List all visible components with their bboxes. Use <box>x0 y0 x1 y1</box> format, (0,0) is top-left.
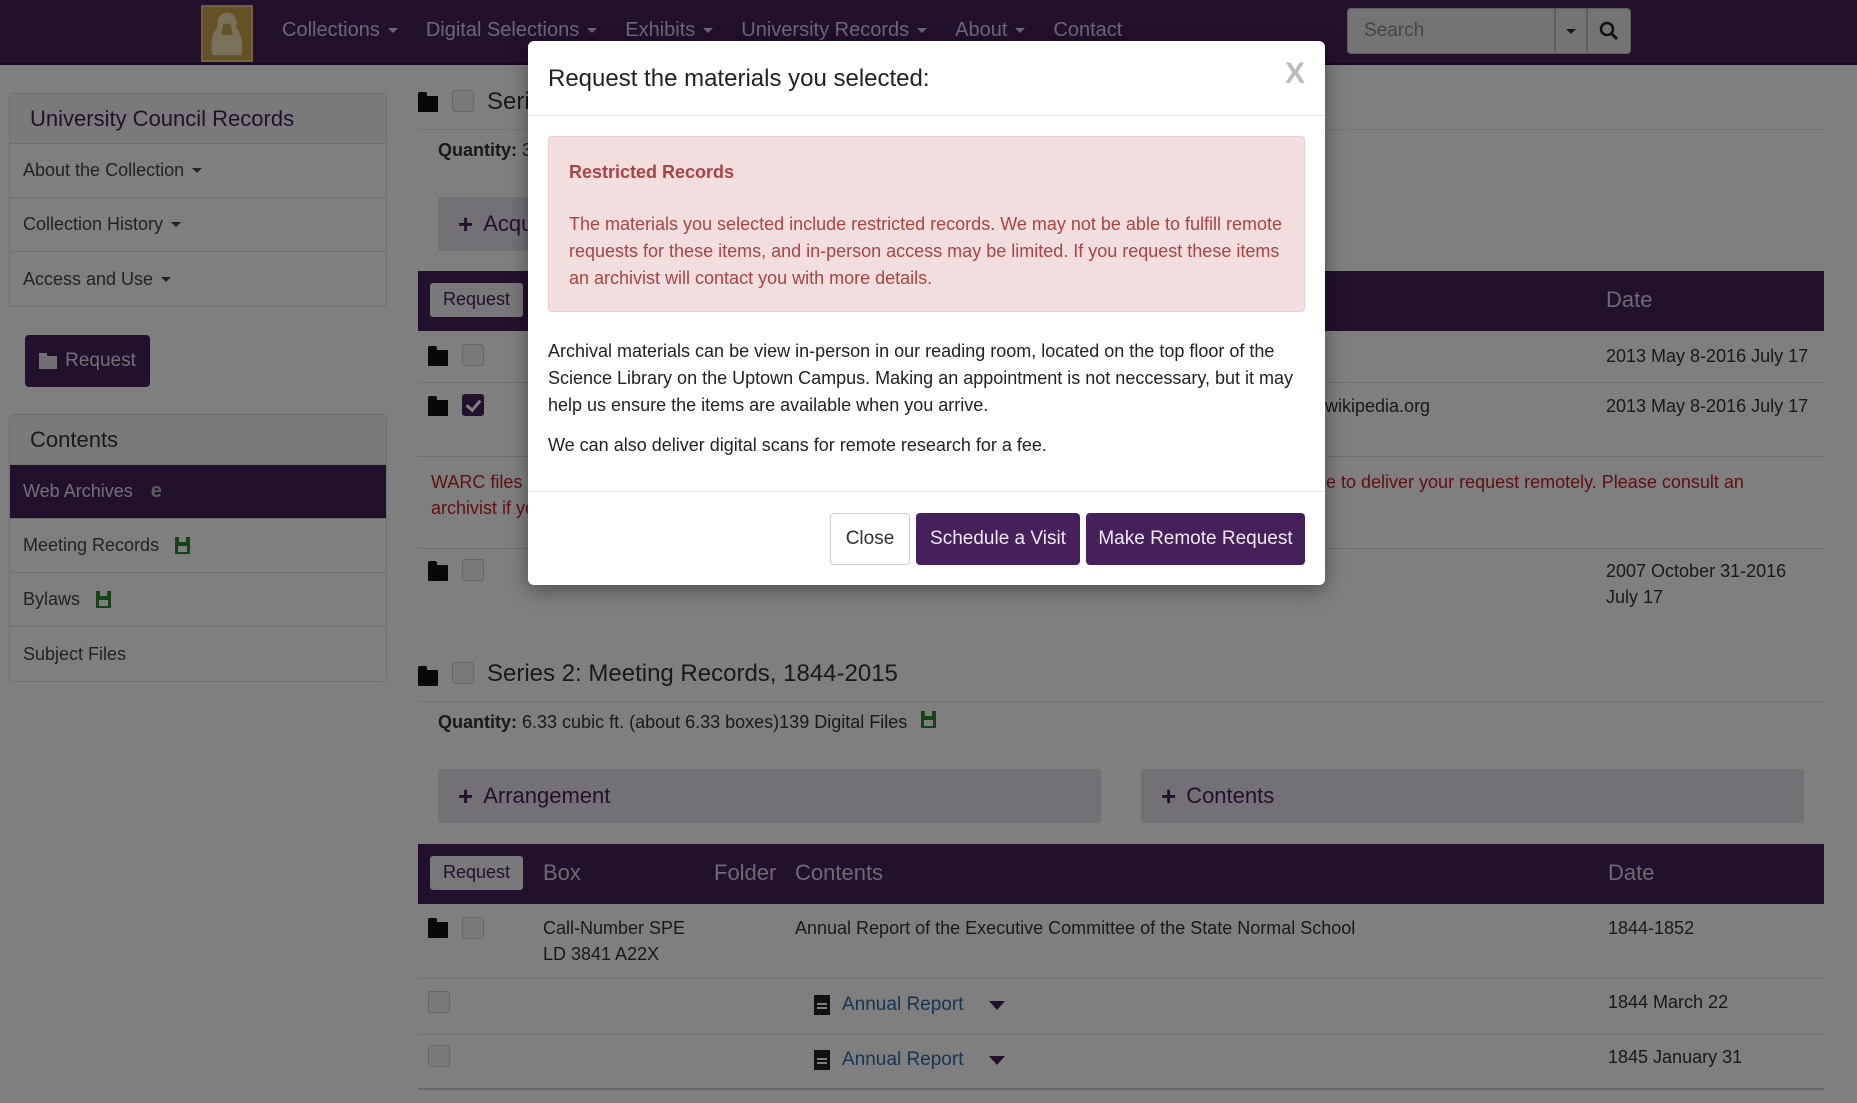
make-remote-request-button[interactable]: Make Remote Request <box>1086 513 1305 565</box>
alert-text: The materials you selected include restr… <box>569 214 1282 288</box>
modal-footer-divider <box>528 491 1325 492</box>
close-button[interactable]: Close <box>830 513 910 565</box>
modal-body: Archival materials can be view in-person… <box>548 338 1308 472</box>
modal-title: Request the materials you selected: <box>548 65 930 92</box>
close-icon[interactable]: X <box>1285 57 1305 91</box>
alert-title: Restricted Records <box>569 162 735 182</box>
reading-room-info: Archival materials can be view in-person… <box>548 341 1294 415</box>
digital-scans-info: We can also deliver digital scans for re… <box>548 435 1047 455</box>
schedule-visit-button[interactable]: Schedule a Visit <box>916 513 1080 565</box>
restricted-records-alert: Restricted Records The materials you sel… <box>548 136 1305 312</box>
request-modal: Request the materials you selected: X Re… <box>528 41 1325 585</box>
modal-header: Request the materials you selected: X <box>528 41 1325 116</box>
